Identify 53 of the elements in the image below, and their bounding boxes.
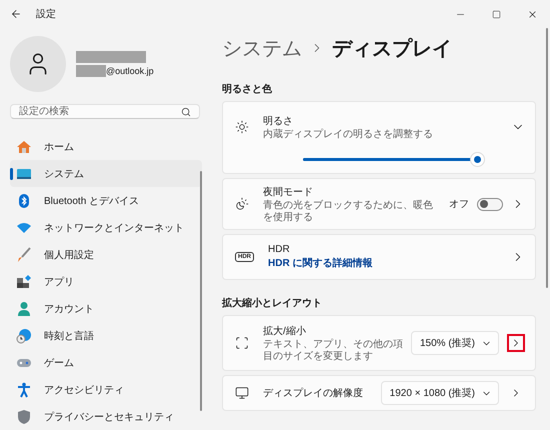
breadcrumb-parent[interactable]: システム	[222, 34, 302, 62]
setting-description: 内蔵ディスプレイの明るさを調整する	[263, 128, 434, 140]
sidebar-item[interactable]: アカウント	[10, 295, 202, 322]
paintbrush-icon	[16, 246, 32, 262]
apps-icon	[16, 274, 32, 290]
sidebar-item[interactable]: Bluetooth とデバイス	[10, 187, 202, 214]
scale-icon	[235, 336, 249, 350]
sidebar-item[interactable]: アクセシビリティ	[10, 376, 202, 403]
setting-description: テキスト、アプリ、その他の項目のサイズを変更します	[263, 338, 403, 362]
setting-title: 夜間モード	[263, 186, 314, 198]
sun-moon-icon	[235, 197, 249, 211]
setting-title: 拡大/縮小	[263, 324, 307, 338]
search-icon	[181, 106, 191, 116]
slider-thumb[interactable]	[470, 152, 485, 167]
sidebar-item[interactable]: システム	[10, 160, 202, 187]
monitor-icon	[235, 386, 249, 400]
globe-clock-icon	[16, 328, 32, 344]
sidebar-item[interactable]: プライバシーとセキュリティ	[10, 403, 202, 430]
back-arrow-icon[interactable]	[10, 8, 22, 20]
scrollbar[interactable]	[200, 171, 202, 411]
toggle-state-label: オフ	[449, 198, 469, 211]
setting-title: ディスプレイの解像度	[263, 386, 364, 400]
page-title: ディスプレイ	[332, 36, 452, 62]
redacted-email	[76, 65, 106, 77]
accessibility-icon	[16, 382, 32, 398]
window-title: 設定	[36, 8, 56, 21]
sun-icon	[235, 120, 249, 134]
dropdown[interactable]: 150% (推奨)	[410, 331, 499, 355]
sidebar-item[interactable]: ゲーム	[10, 349, 202, 376]
section-heading: 明るさと色	[222, 82, 273, 96]
dropdown[interactable]: 1920 × 1080 (推奨)	[380, 381, 499, 405]
sidebar-item[interactable]: アプリ	[10, 268, 202, 295]
house-icon	[16, 138, 32, 154]
sidebar-item[interactable]: ネットワークとインターネット	[10, 214, 202, 241]
setting-card[interactable]: 拡大/縮小 テキスト、アプリ、その他の項目のサイズを変更します 150% (推奨)	[222, 315, 536, 371]
redacted-name	[76, 51, 146, 63]
section-heading: 拡大縮小とレイアウト	[222, 296, 323, 310]
sidebar-item[interactable]: 個人用設定	[10, 241, 202, 268]
person-icon	[16, 300, 32, 316]
shield-icon	[16, 408, 32, 424]
setting-card[interactable]: 夜間モード 青色の光をブロックするために、暖色を使用する オフ	[222, 178, 536, 230]
hdr-info-link[interactable]: HDR に関する詳細情報	[268, 256, 503, 270]
account-email: @outlook.jp	[106, 66, 154, 76]
sidebar-item[interactable]: ホーム	[10, 133, 202, 160]
setting-description: 青色の光をブロックするために、暖色を使用する	[263, 200, 434, 224]
sidebar-item[interactable]: 時刻と言語	[10, 322, 202, 349]
toggle-switch[interactable]	[477, 198, 503, 210]
highlighted-chevron-icon[interactable]	[507, 334, 525, 352]
setting-card[interactable]: ディスプレイの解像度 1920 × 1080 (推奨)	[222, 375, 536, 411]
setting-title: HDR	[268, 244, 291, 255]
scrollbar[interactable]	[546, 28, 548, 288]
bluetooth-icon	[16, 192, 32, 208]
setting-title: 明るさ	[263, 114, 294, 128]
